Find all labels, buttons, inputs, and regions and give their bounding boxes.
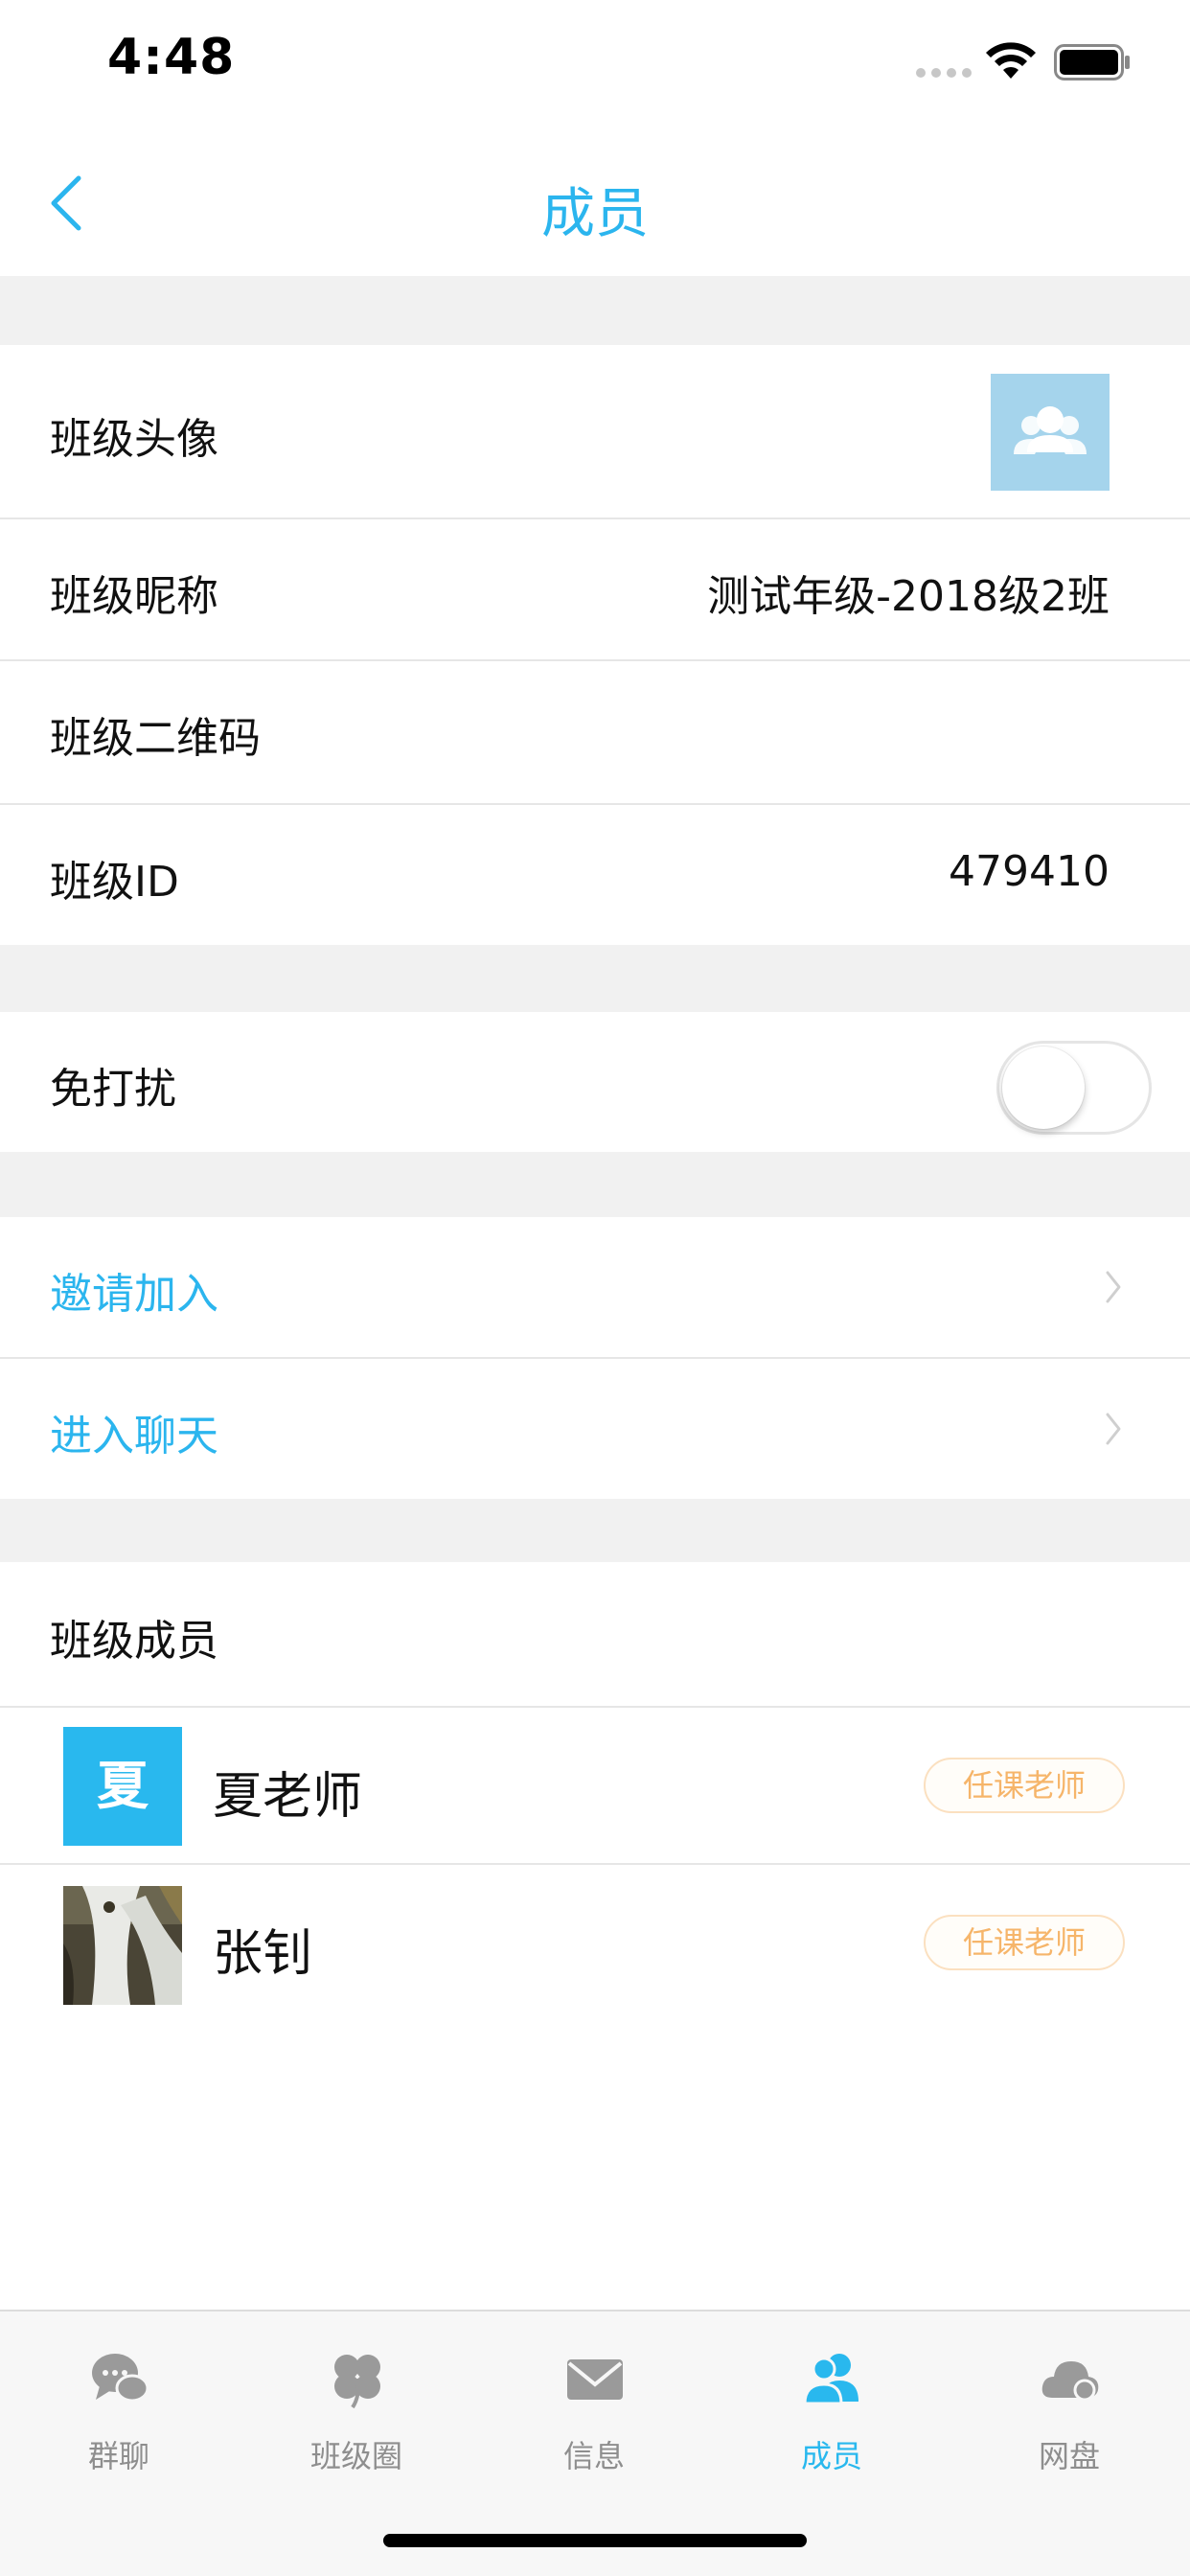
class-nickname-label: 班级昵称 [50,572,218,621]
member-name: 张钊 [213,1925,313,1983]
role-badge: 任课老师 [924,1915,1125,1970]
tab-cloud-drive[interactable]: 网盘 [950,2340,1188,2484]
tab-label: 网盘 [1038,2438,1100,2474]
members-icon [803,2354,858,2405]
class-id-value: 479410 [949,847,1110,896]
member-list-item[interactable]: 张钊 任课老师 [0,1865,1190,2022]
member-list-item[interactable]: 夏 夏老师 任课老师 [0,1708,1190,1863]
class-nickname-row[interactable]: 班级昵称 测试年级-2018级2班 [0,519,1190,659]
status-bar: 4:48 [0,0,1190,126]
group-separator [0,1152,1190,1217]
members-header: 班级成员 [50,1617,218,1666]
tab-label: 群聊 [87,2438,149,2474]
back-button[interactable] [38,172,96,234]
invite-label: 邀请加入 [50,1270,218,1319]
signal-icon [916,68,972,78]
clover-icon [334,2355,380,2409]
dnd-label: 免打扰 [50,1065,176,1114]
toggle-knob [1002,1046,1085,1129]
class-nickname-value: 测试年级-2018级2班 [707,572,1110,621]
status-time: 4:48 [107,29,236,86]
chat-bubbles-icon [92,2354,149,2403]
avatar: 夏 [63,1727,182,1846]
home-indicator [383,2534,807,2547]
cloud-icon [1041,2361,1099,2402]
tab-messages[interactable]: 信息 [475,2340,713,2484]
group-avatar-icon [1014,406,1087,454]
class-qrcode-row[interactable]: 班级二维码 [0,661,1190,803]
role-badge: 任课老师 [924,1758,1125,1813]
nav-bar: 成员 [0,126,1190,276]
envelope-icon [567,2359,623,2400]
class-avatar-label: 班级头像 [50,415,218,464]
members-header-row: 班级成员 [0,1562,1190,1706]
enter-chat-label: 进入聊天 [50,1412,218,1460]
class-id-row: 班级ID 479410 [0,805,1190,945]
invite-row[interactable]: 邀请加入 [0,1217,1190,1357]
tab-label: 信息 [562,2438,625,2474]
class-avatar[interactable] [991,374,1110,491]
avatar [63,1886,182,2005]
chevron-right-icon [1106,1271,1121,1303]
tab-class-circle[interactable]: 班级圈 [238,2340,475,2484]
group-separator [0,276,1190,345]
enter-chat-row[interactable]: 进入聊天 [0,1359,1190,1499]
class-qrcode-label: 班级二维码 [50,714,261,763]
tab-label: 班级圈 [309,2438,402,2474]
wifi-icon [986,42,1036,79]
tab-members[interactable]: 成员 [713,2340,950,2484]
dnd-toggle[interactable] [996,1041,1152,1135]
chevron-right-icon [1106,1413,1121,1445]
dnd-row: 免打扰 [0,1012,1190,1152]
tab-label: 成员 [800,2438,862,2474]
member-name: 夏老师 [213,1768,363,1826]
tab-group-chat[interactable]: 群聊 [0,2340,238,2484]
class-avatar-row[interactable]: 班级头像 [0,345,1190,518]
group-separator [0,945,1190,1012]
battery-icon [1054,44,1130,80]
class-id-label: 班级ID [50,858,179,907]
page-title: 成员 [541,183,649,245]
group-separator [0,1499,1190,1562]
